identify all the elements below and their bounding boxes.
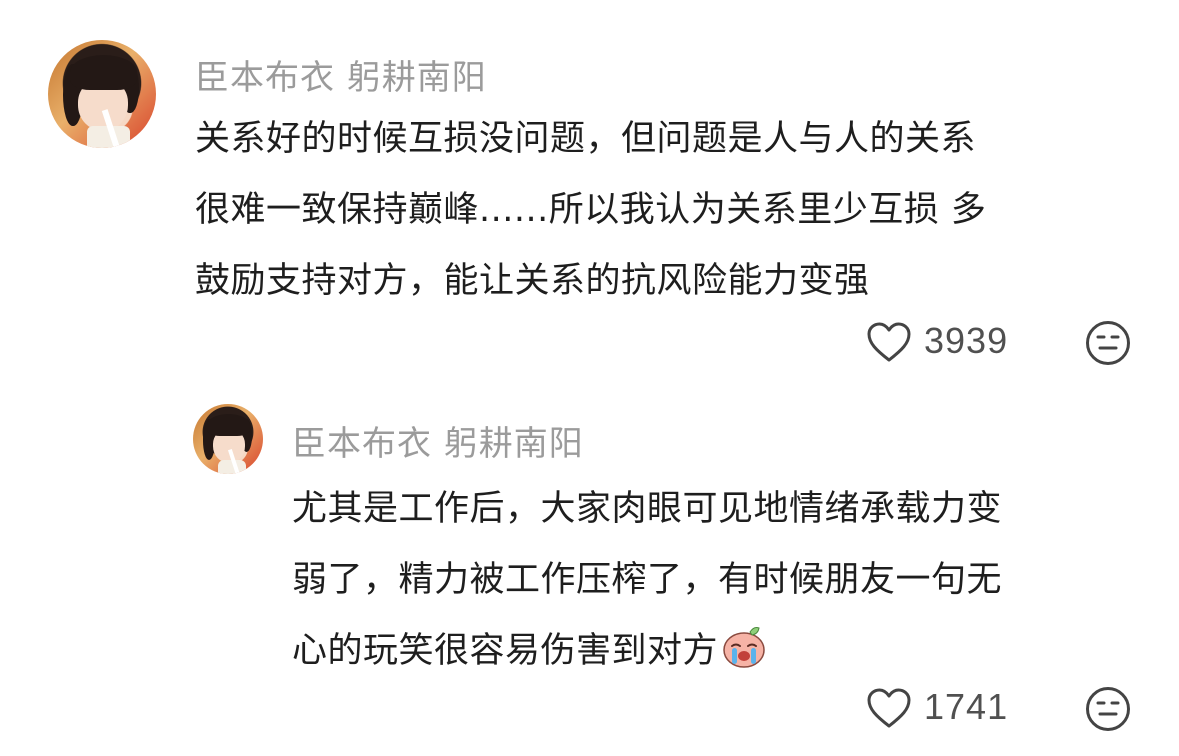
comment-text-line: 鼓励支持对方，能让关系的抗风险能力变强 (195, 261, 870, 301)
comment-username[interactable]: 臣本布衣 躬耕南阳 (292, 416, 584, 465)
comment-text-line: 尤其是工作后，大家肉眼可见地情绪承载力变 (292, 489, 1003, 529)
comment-text-line: 弱了，精力被工作压榨了，有时候朋友一句无 (292, 560, 1003, 600)
comment-text: 尤其是工作后，大家肉眼可见地情绪承载力变 弱了，精力被工作压榨了，有时候朋友一句… (292, 474, 1142, 687)
neutral-face-icon[interactable] (1085, 320, 1131, 366)
comment-text-segment: 心的玩笑很容易伤害到对方 (292, 631, 719, 671)
heart-outline-icon[interactable] (866, 687, 912, 729)
heart-outline-icon[interactable] (866, 321, 912, 363)
like-count: 1741 (924, 686, 1009, 727)
comment-username[interactable]: 臣本布衣 躬耕南阳 (195, 50, 487, 99)
crying-face-emoji-icon (723, 627, 765, 668)
neutral-face-icon[interactable] (1085, 686, 1131, 732)
comment-text-line: 很难一致保持巅峰......所以我认为关系里少互损 多 (195, 190, 987, 230)
user-avatar[interactable] (193, 404, 263, 474)
comment-text: 关系好的时候互损没问题，但问题是人与人的关系 很难一致保持巅峰......所以我… (195, 104, 1135, 317)
comment-text-line: 心的玩笑很容易伤害到对方 (292, 616, 1142, 687)
comment-text-line: 关系好的时候互损没问题，但问题是人与人的关系 (195, 119, 977, 159)
like-count: 3939 (924, 320, 1009, 361)
user-avatar[interactable] (48, 40, 156, 148)
